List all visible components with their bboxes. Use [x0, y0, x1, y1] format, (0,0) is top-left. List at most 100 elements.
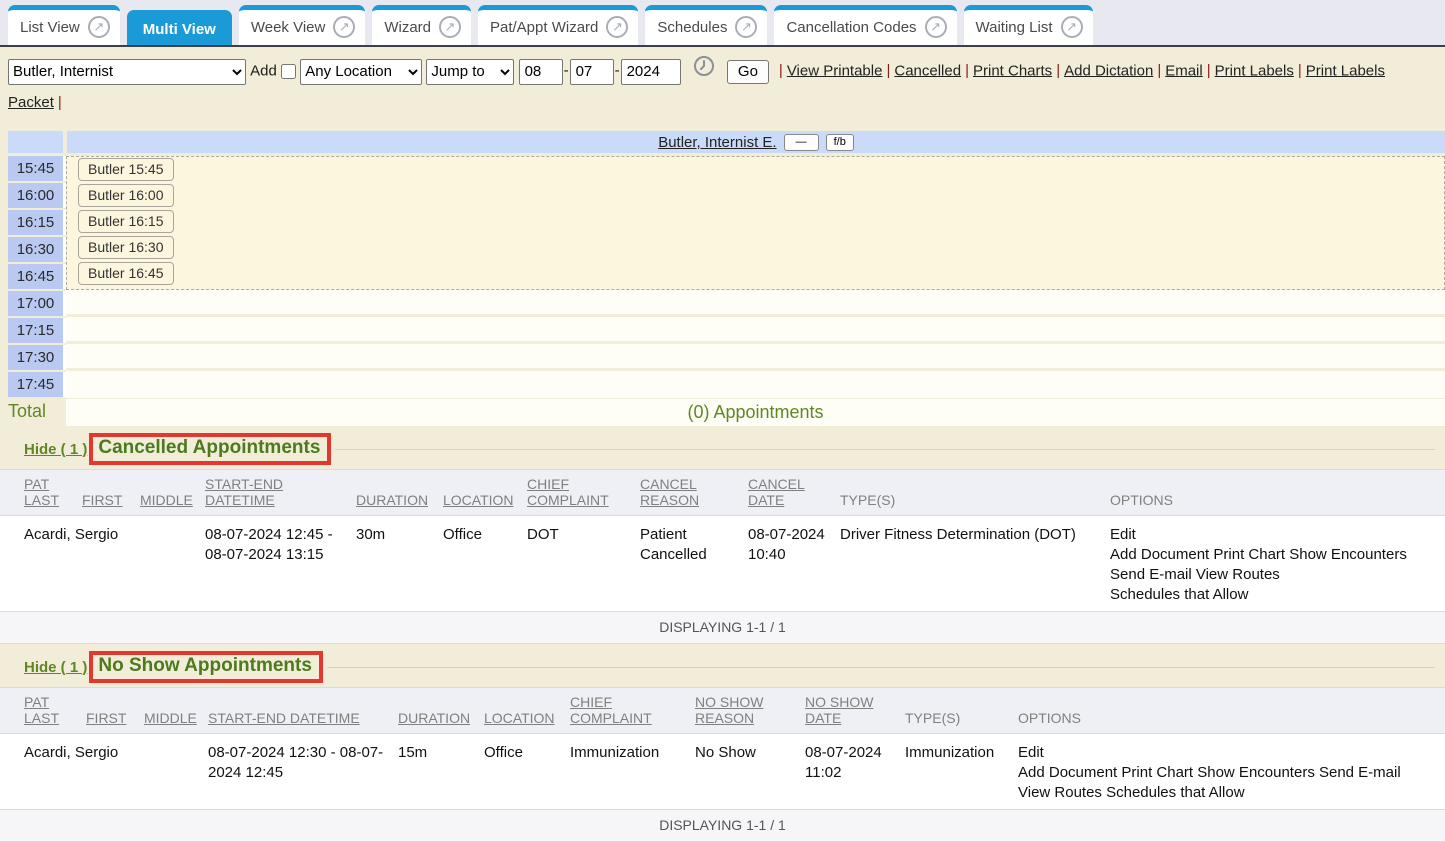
print-labels-link[interactable]: Print Labels	[1215, 62, 1294, 79]
slot-button[interactable]: Butler 15:45	[78, 158, 174, 181]
time-column: 15:45 16:00 16:15 16:30 16:45 17:00 17:1…	[8, 156, 66, 399]
edit-option[interactable]: Edit	[1110, 525, 1437, 545]
noshow-header-row: PAT LAST FIRST MIDDLE START-END DATETIME…	[0, 688, 1445, 734]
fb-button[interactable]: f/b	[826, 134, 854, 151]
noshow-table-footer: DISPLAYING 1-1 / 1	[0, 810, 1445, 842]
location-select[interactable]: Any Location	[300, 59, 422, 85]
link-separator: |	[965, 62, 969, 79]
date-year-input[interactable]	[621, 59, 681, 85]
slot-button[interactable]: Butler 16:15	[78, 210, 174, 233]
appointments-count: (0) Appointments	[66, 399, 1445, 426]
cancelled-section: Hide ( 1 ) Cancelled Appointments PAT LA…	[0, 426, 1445, 644]
edit-option[interactable]: Edit	[1018, 743, 1437, 763]
col-duration[interactable]: DURATION	[398, 688, 484, 734]
cell-chief-complaint: DOT	[527, 516, 640, 612]
hide-cancelled-link[interactable]: Hide ( 1 )	[24, 441, 87, 458]
col-middle[interactable]: MIDDLE	[144, 688, 208, 734]
clock-icon[interactable]	[693, 55, 715, 88]
external-link-icon[interactable]: ↗	[88, 16, 110, 38]
slot-area: Butler 15:45 Butler 16:00 Butler 16:15 B…	[66, 156, 1445, 399]
displaying-count: DISPLAYING 1-1 / 1	[0, 612, 1445, 644]
empty-slot-row[interactable]	[66, 290, 1445, 317]
cell-duration: 30m	[356, 516, 443, 612]
schedule-grid: Butler, Internist E. — f/b 15:45 16:00 1…	[0, 131, 1445, 426]
link-separator: |	[1207, 62, 1211, 79]
cell-pat-last: Acardi, Sergio	[0, 734, 86, 810]
date-month-input[interactable]	[519, 59, 563, 85]
tab-waiting-list[interactable]: Waiting List ↗	[964, 5, 1093, 45]
options-line[interactable]: Schedules that Allow	[1110, 585, 1437, 605]
cancelled-link[interactable]: Cancelled	[894, 62, 961, 79]
provider-link[interactable]: Butler, Internist E.	[658, 134, 776, 151]
view-printable-link[interactable]: View Printable	[787, 62, 883, 79]
col-pat-last[interactable]: PAT LAST	[0, 470, 82, 516]
external-link-icon[interactable]: ↗	[333, 16, 355, 38]
minimize-button[interactable]: —	[784, 134, 819, 151]
external-link-icon[interactable]: ↗	[439, 16, 461, 38]
add-dictation-link[interactable]: Add Dictation	[1064, 62, 1153, 79]
empty-slot-row[interactable]	[66, 371, 1445, 398]
noshow-section-title: No Show Appointments	[98, 655, 312, 676]
tab-wizard[interactable]: Wizard ↗	[372, 5, 471, 45]
cell-pat-last: Acardi, Sergio	[0, 516, 82, 612]
tab-week-view[interactable]: Week View ↗	[239, 5, 365, 45]
options-line[interactable]: View Routes Schedules that Allow	[1018, 783, 1437, 803]
empty-slot-row[interactable]	[66, 344, 1445, 371]
col-duration[interactable]: DURATION	[356, 470, 443, 516]
options-line[interactable]: Add Document Print Chart Show Encounters	[1110, 545, 1437, 565]
time-cell: 16:30	[8, 237, 66, 262]
col-pat-last[interactable]: PAT LAST	[0, 688, 86, 734]
col-start-end[interactable]: START-END DATETIME	[205, 470, 356, 516]
print-charts-link[interactable]: Print Charts	[973, 62, 1052, 79]
col-location[interactable]: LOCATION	[443, 470, 527, 516]
jump-to-select[interactable]: Jump to	[426, 59, 514, 85]
col-start-end[interactable]: START-END DATETIME	[208, 688, 398, 734]
tab-pat-appt-wizard[interactable]: Pat/Appt Wizard ↗	[478, 5, 638, 45]
cell-types: Immunization	[905, 734, 1018, 810]
col-cancel-date[interactable]: CANCEL DATE	[748, 470, 840, 516]
cell-middle	[144, 734, 208, 810]
col-chief-complaint[interactable]: CHIEF COMPLAINT	[570, 688, 695, 734]
tab-multi-view[interactable]: Multi View	[127, 10, 232, 45]
col-chief-complaint[interactable]: CHIEF COMPLAINT	[527, 470, 640, 516]
link-separator: |	[1298, 62, 1302, 79]
col-options: OPTIONS	[1110, 470, 1445, 516]
external-link-icon[interactable]: ↗	[1061, 16, 1083, 38]
cell-cancel-reason: Patient Cancelled	[640, 516, 748, 612]
empty-slot-row[interactable]	[66, 317, 1445, 344]
tab-label: Schedules	[657, 19, 727, 36]
noshow-appointment-row: Acardi, Sergio 08-07-2024 12:30 - 08-07-…	[0, 734, 1445, 810]
col-first[interactable]: FIRST	[82, 470, 140, 516]
time-cell: 15:45	[8, 156, 66, 181]
col-noshow-date[interactable]: NO SHOW DATE	[805, 688, 905, 734]
external-link-icon[interactable]: ↗	[925, 16, 947, 38]
tab-schedules[interactable]: Schedules ↗	[645, 5, 767, 45]
col-first[interactable]: FIRST	[86, 688, 144, 734]
tab-cancellation-codes[interactable]: Cancellation Codes ↗	[774, 5, 956, 45]
cancelled-appointment-row: Acardi, Sergio 08-07-2024 12:45 - 08-07-…	[0, 516, 1445, 612]
col-location[interactable]: LOCATION	[484, 688, 570, 734]
external-link-icon[interactable]: ↗	[735, 16, 757, 38]
col-middle[interactable]: MIDDLE	[140, 470, 205, 516]
tab-list-view[interactable]: List View ↗	[8, 5, 120, 45]
provider-select[interactable]: Butler, Internist	[8, 59, 246, 85]
col-noshow-reason[interactable]: NO SHOW REASON	[695, 688, 805, 734]
col-cancel-reason[interactable]: CANCEL REASON	[640, 470, 748, 516]
options-line[interactable]: Send E-mail View Routes	[1110, 565, 1437, 585]
cell-duration: 15m	[398, 734, 484, 810]
email-link[interactable]: Email	[1165, 62, 1203, 79]
slot-button[interactable]: Butler 16:00	[78, 184, 174, 207]
slot-button[interactable]: Butler 16:30	[78, 236, 174, 259]
external-link-icon[interactable]: ↗	[606, 16, 628, 38]
options-line[interactable]: Add Document Print Chart Show Encounters…	[1018, 763, 1437, 783]
slot-button[interactable]: Butler 16:45	[78, 262, 174, 285]
noshow-section-header: Hide ( 1 ) No Show Appointments	[0, 644, 1445, 687]
time-cell: 16:15	[8, 210, 66, 235]
noshow-appointments-table: PAT LAST FIRST MIDDLE START-END DATETIME…	[0, 687, 1445, 842]
go-button[interactable]: Go	[727, 60, 769, 84]
hide-noshow-link[interactable]: Hide ( 1 )	[24, 659, 87, 676]
add-checkbox[interactable]	[281, 64, 296, 79]
annotation-box: Cancelled Appointments	[89, 433, 331, 465]
tab-bar: List View ↗ Multi View Week View ↗ Wizar…	[0, 0, 1445, 47]
date-day-input[interactable]	[570, 59, 614, 85]
